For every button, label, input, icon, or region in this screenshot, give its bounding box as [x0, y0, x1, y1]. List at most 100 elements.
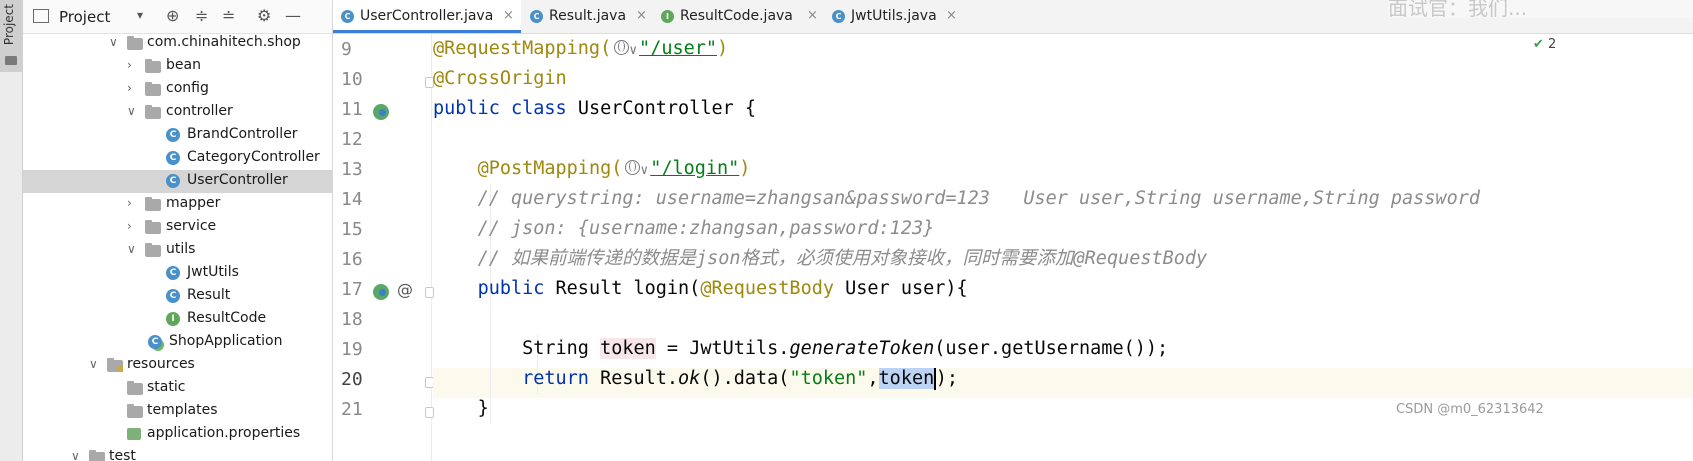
code-line-13: @PostMapping(∨ "/login") [433, 154, 751, 184]
close-icon[interactable]: × [503, 8, 514, 23]
tree-item-class[interactable]: C Result [23, 285, 332, 308]
comment-token: // json: {username:zhangsan,password:123… [477, 218, 935, 239]
annotation-token: ) [739, 158, 751, 179]
annotation-token: @CrossOrigin [433, 68, 567, 89]
line-number-current: 20 [341, 369, 363, 390]
interface-icon: I [661, 10, 674, 23]
tree-item-package[interactable]: ∨ utils [23, 239, 332, 262]
tab-jwtutils[interactable]: C JwtUtils.java × [824, 0, 964, 33]
class-icon: C [341, 10, 354, 23]
tree-item-class[interactable]: C CategoryController [23, 147, 332, 170]
tree-item-package[interactable]: › config [23, 78, 332, 101]
class-icon: C [166, 289, 180, 303]
chevron-down-icon[interactable]: ∨ [127, 242, 136, 256]
tree-item-class[interactable]: C JwtUtils [23, 262, 332, 285]
tree-item-package[interactable]: › bean [23, 55, 332, 78]
code-editor[interactable]: @RequestMapping(∨ "/user") @CrossOrigin p… [433, 34, 1693, 461]
collapse-all-icon[interactable]: ≐ [222, 6, 235, 25]
chevron-down-icon[interactable]: ∨ [71, 449, 80, 461]
url-string[interactable]: "/user" [639, 38, 717, 59]
selected-text: token [878, 368, 935, 389]
static-method-token: generateToken [789, 338, 935, 359]
package-icon [145, 220, 161, 234]
code-token: ); [935, 368, 959, 389]
tree-item-label: bean [166, 57, 201, 73]
bean-gutter-icon[interactable] [373, 104, 389, 120]
line-number: 9 [341, 39, 352, 60]
code-token: (user.getUsername()); [934, 338, 1169, 359]
tree-item-label: JwtUtils [187, 264, 239, 280]
url-string[interactable]: "/login" [650, 158, 739, 179]
chevron-right-icon[interactable]: › [127, 219, 132, 233]
class-icon: C [832, 10, 845, 23]
inspection-count[interactable]: 2 [1548, 37, 1556, 52]
tree-item-class[interactable]: C ShopApplication [23, 331, 332, 354]
hide-icon[interactable]: — [285, 6, 301, 25]
chevron-down-icon[interactable]: ▾ [137, 8, 143, 22]
code-token: = JwtUtils. [655, 338, 790, 359]
tab-usercontroller[interactable]: C UserController.java × [333, 0, 521, 33]
tree-item-folder[interactable]: ∨ resources [23, 354, 332, 377]
tree-item-interface[interactable]: I ResultCode [23, 308, 332, 331]
expand-all-icon[interactable]: ≑ [195, 6, 208, 25]
chevron-right-icon[interactable]: › [127, 58, 132, 72]
tree-item-label: templates [147, 402, 218, 418]
chevron-right-icon[interactable]: › [127, 81, 132, 95]
annotation-token: @RequestMapping( [433, 38, 612, 59]
tool-window-strip: Project [0, 0, 23, 461]
tree-item-label: application.properties [147, 425, 301, 441]
tree-item-folder[interactable]: ∨ test [23, 446, 332, 461]
close-icon[interactable]: × [636, 8, 647, 23]
line-number: 12 [341, 129, 363, 150]
project-view-selector[interactable]: Project [59, 8, 110, 26]
static-method-token: ok [678, 368, 701, 389]
tree-item-package[interactable]: › service [23, 216, 332, 239]
chevron-down-icon[interactable]: ∨ [640, 163, 648, 178]
chevron-down-icon[interactable]: ∨ [127, 104, 136, 118]
chevron-down-icon[interactable]: ∨ [109, 35, 118, 49]
interface-icon: I [166, 312, 180, 326]
tree-item-class-selected[interactable]: C UserController [23, 170, 332, 193]
chevron-right-icon[interactable]: › [127, 196, 132, 210]
tree-item-label: ResultCode [187, 310, 267, 326]
project-tool-tab[interactable]: Project [0, 0, 22, 72]
tab-label: ResultCode.java [680, 8, 793, 24]
type-token: String [522, 338, 601, 359]
line-number: 21 [341, 399, 363, 420]
tab-resultcode[interactable]: I ResultCode.java × [653, 0, 823, 33]
keyword-token: public [433, 98, 500, 119]
annotation-token: @RequestBody [700, 278, 834, 299]
annotation-gutter-icon[interactable]: @ [397, 280, 413, 299]
locate-icon[interactable]: ⊕ [166, 6, 179, 25]
line-number: 19 [341, 339, 363, 360]
globe-icon[interactable] [625, 160, 641, 175]
tree-item-folder[interactable]: templates [23, 400, 332, 423]
gear-icon[interactable]: ⚙ [257, 6, 271, 25]
faded-overlay-text: 面试官：我们... [1388, 0, 1693, 18]
chevron-down-icon[interactable]: ∨ [629, 43, 637, 58]
keyword-token: public [477, 278, 545, 299]
close-icon[interactable]: × [946, 8, 957, 23]
code-line-20: return Result.ok().data("token",token); [433, 364, 958, 394]
package-icon [145, 59, 161, 73]
tab-result[interactable]: C Result.java × [522, 0, 652, 33]
close-icon[interactable]: × [807, 8, 818, 23]
tree-item-file[interactable]: application.properties [23, 423, 332, 446]
tree-item-label: resources [127, 356, 195, 372]
tree-item-label: UserController [187, 172, 288, 188]
folder-icon [5, 56, 17, 65]
tree-item-class[interactable]: C BrandController [23, 124, 332, 147]
line-number: 18 [341, 309, 363, 330]
code-line-9: @RequestMapping(∨ "/user") [433, 34, 728, 64]
tree-item-folder[interactable]: static [23, 377, 332, 400]
request-mapping-gutter-icon[interactable] [373, 284, 389, 300]
tree-item-package[interactable]: ∨ controller [23, 101, 332, 124]
globe-icon[interactable] [614, 40, 630, 55]
chevron-down-icon[interactable]: ∨ [89, 357, 98, 371]
tree-item-package[interactable]: › mapper [23, 193, 332, 216]
inspection-check-icon[interactable]: ✔ [1533, 37, 1544, 52]
code-line-16: // 如果前端传递的数据是json格式，必须使用对象接收，同时需要添加@Requ… [433, 244, 1208, 274]
project-window-icon [33, 9, 49, 23]
tree-item-package[interactable]: ∨ com.chinahitech.shop [23, 32, 332, 55]
tree-item-label: com.chinahitech.shop [147, 34, 301, 50]
